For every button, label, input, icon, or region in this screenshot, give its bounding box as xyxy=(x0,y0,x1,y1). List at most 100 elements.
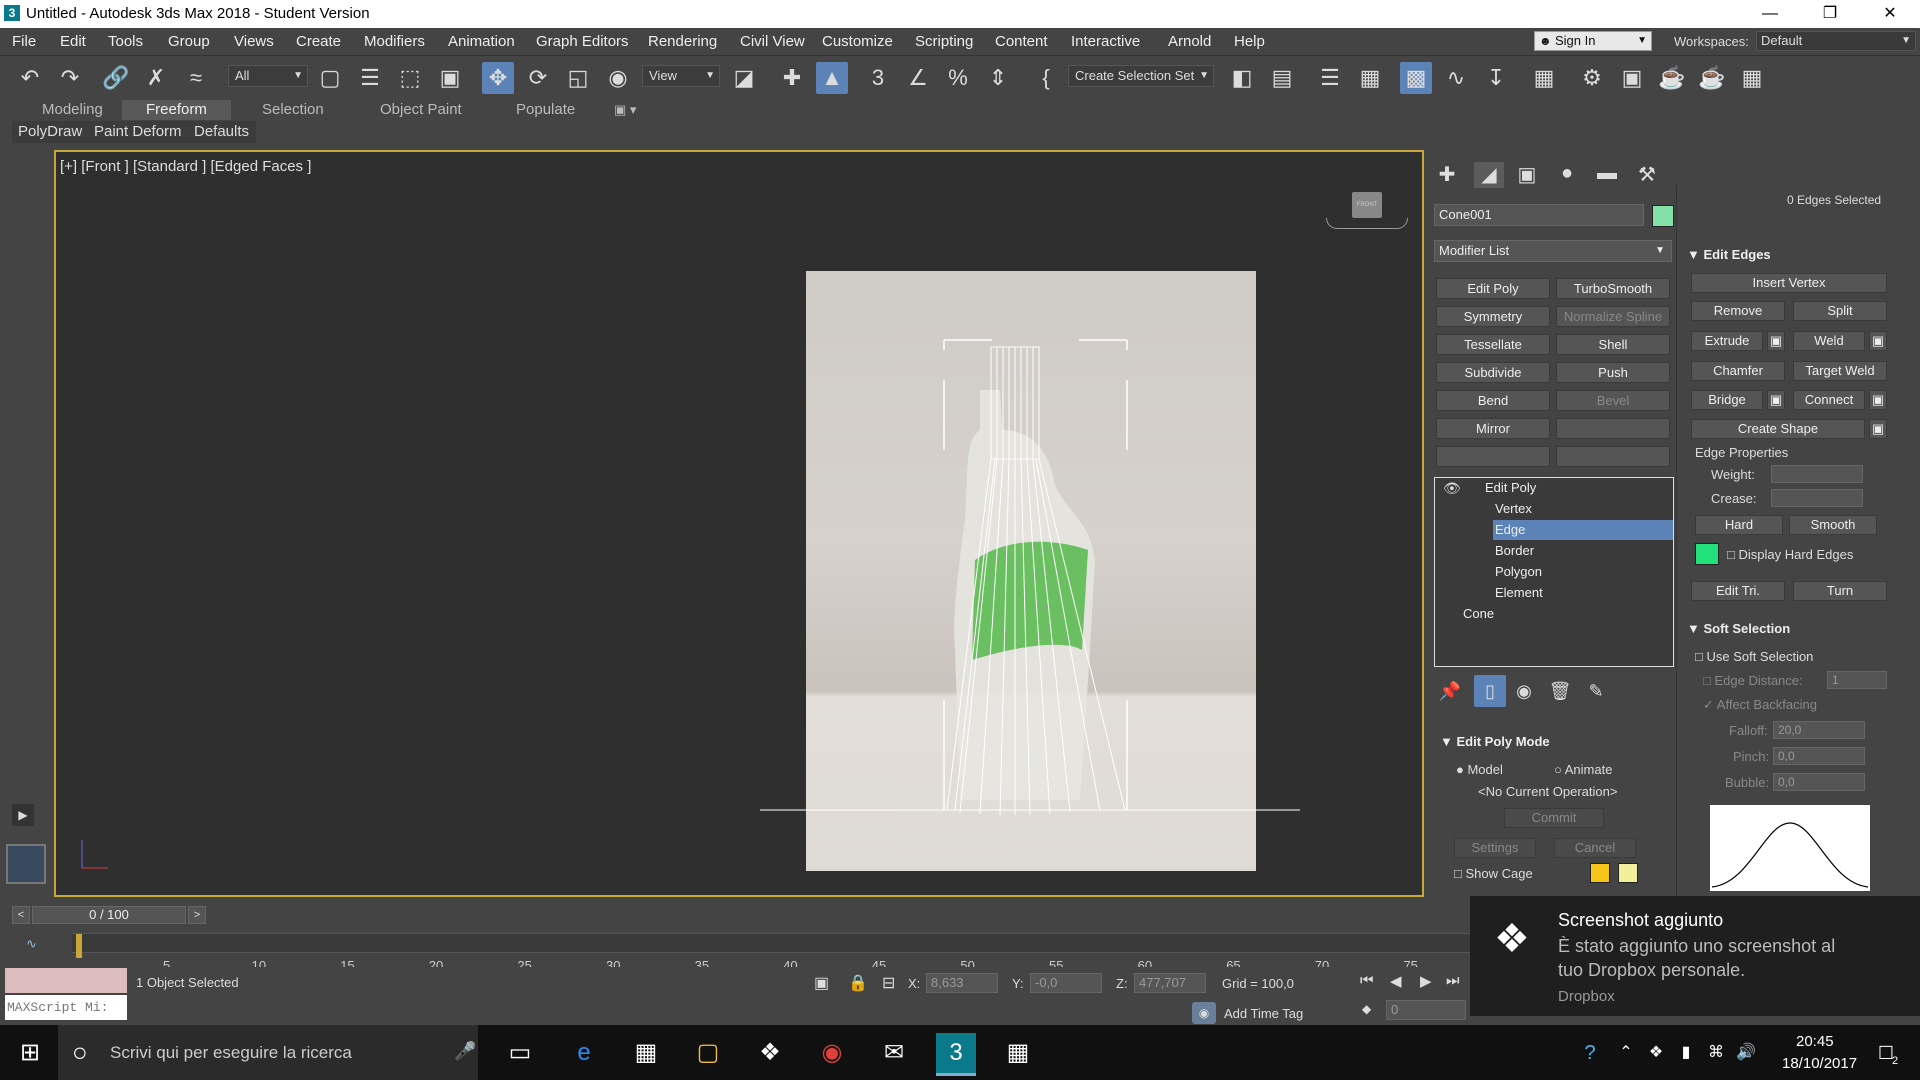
timeline-track[interactable] xyxy=(72,933,1472,953)
tab-freeform[interactable]: Freeform xyxy=(122,100,231,120)
current-frame-field[interactable]: 0 xyxy=(1386,1000,1466,1020)
menu-help[interactable]: Help xyxy=(1234,33,1265,50)
rect-selection-icon[interactable]: ⬚ xyxy=(394,62,426,94)
file-explorer-icon[interactable]: ▢ xyxy=(688,1033,728,1073)
volume-icon[interactable]: 🔊 xyxy=(1726,1033,1766,1073)
minimize-button[interactable]: — xyxy=(1740,0,1800,28)
utilities-tab-icon[interactable]: ⚒ xyxy=(1632,162,1662,188)
redo-icon[interactable]: ↷ xyxy=(54,62,86,94)
menu-content[interactable]: Content xyxy=(995,33,1048,50)
weld-settings-icon[interactable]: ▣ xyxy=(1869,331,1887,351)
modifier-stack[interactable]: 👁 Edit Poly Vertex Edge Border Polygon Elemen… xyxy=(1434,477,1674,667)
modifier-button[interactable]: Push xyxy=(1556,362,1670,383)
edge-browser-icon[interactable]: e xyxy=(564,1033,604,1073)
create-shape-settings-icon[interactable]: ▣ xyxy=(1869,419,1887,439)
modifier-button[interactable]: Subdivide xyxy=(1436,362,1550,383)
render-iterative-icon[interactable]: ☕ xyxy=(1696,62,1728,94)
time-cursor[interactable] xyxy=(76,934,82,958)
ribbon-paint-deform[interactable]: Paint Deform xyxy=(94,121,182,143)
expand-icon[interactable]: ▶ xyxy=(12,804,34,826)
keyboard-shortcut-override-icon[interactable]: ▲ xyxy=(816,62,848,94)
align-icon[interactable]: ▤ xyxy=(1266,62,1298,94)
menu-group[interactable]: Group xyxy=(168,33,210,50)
modifier-list-dropdown[interactable]: Modifier List ▼ xyxy=(1434,240,1672,262)
settings-button[interactable]: Settings xyxy=(1454,838,1536,858)
hard-button[interactable]: Hard xyxy=(1695,515,1783,535)
absolute-mode-icon[interactable]: ⊟ xyxy=(882,973,895,993)
selection-filter-dropdown[interactable]: All ▼ xyxy=(228,65,308,87)
taskbar-search-box[interactable]: ○ Scrivi qui per eseguire la ricerca 🎤 xyxy=(58,1025,478,1080)
store-icon[interactable]: ▦ xyxy=(626,1033,666,1073)
falloff-spinner[interactable]: 20,0 xyxy=(1773,721,1865,739)
x-coordinate-field[interactable]: 8,633 xyxy=(926,973,998,993)
chamfer-button[interactable]: Chamfer xyxy=(1691,361,1785,381)
time-tag-icon[interactable]: ◉ xyxy=(1192,1002,1216,1024)
windows-start-icon[interactable]: ⊞ xyxy=(10,1033,50,1073)
angle-snap-icon[interactable]: ∠ xyxy=(902,62,934,94)
commit-button[interactable]: Commit xyxy=(1504,808,1604,828)
edit-edges-title[interactable]: ▼ Edit Edges xyxy=(1687,247,1771,262)
scene-explorer-icon[interactable]: ☰ xyxy=(1314,62,1346,94)
object-color-swatch[interactable] xyxy=(1652,205,1674,227)
window-crossing-icon[interactable]: ▣ xyxy=(434,62,466,94)
link-icon[interactable]: 🔗 xyxy=(100,62,132,94)
hierarchy-tab-icon[interactable]: ▣ xyxy=(1512,162,1542,188)
create-shape-button[interactable]: Create Shape xyxy=(1691,419,1865,439)
close-button[interactable]: ✕ xyxy=(1860,0,1920,28)
rotate-icon[interactable]: ⟳ xyxy=(522,62,554,94)
spinner-snap-icon[interactable]: ⇕ xyxy=(982,62,1014,94)
soft-selection-title[interactable]: ▼ Soft Selection xyxy=(1687,621,1790,636)
menu-customize[interactable]: Customize xyxy=(822,33,893,50)
pivot-center-icon[interactable]: ◪ xyxy=(728,62,760,94)
menu-scripting[interactable]: Scripting xyxy=(915,33,973,50)
rendered-frame-icon[interactable]: ▣ xyxy=(1616,62,1648,94)
menu-create[interactable]: Create xyxy=(296,33,341,50)
viewport-layout-icon[interactable] xyxy=(6,844,46,884)
model-radio[interactable]: ● Model xyxy=(1456,762,1503,777)
previous-frame-icon[interactable]: ◀ xyxy=(1390,972,1402,990)
create-tab-icon[interactable]: ✚ xyxy=(1432,162,1462,188)
modifier-button[interactable] xyxy=(1556,446,1670,467)
curve-editor-mini-icon[interactable]: ∿ xyxy=(26,936,37,952)
bridge-settings-icon[interactable]: ▣ xyxy=(1767,390,1785,410)
edit-tri-button[interactable]: Edit Tri. xyxy=(1691,581,1785,601)
select-object-icon[interactable]: ▢ xyxy=(314,62,346,94)
stack-item[interactable]: Polygon xyxy=(1493,562,1673,582)
reference-coord-dropdown[interactable]: View ▼ xyxy=(642,65,720,87)
insert-vertex-button[interactable]: Insert Vertex xyxy=(1691,273,1887,293)
a360-render-icon[interactable]: ▦ xyxy=(1736,62,1768,94)
weight-spinner[interactable] xyxy=(1771,465,1863,483)
workspace-dropdown[interactable]: Default ▼ xyxy=(1756,31,1916,51)
edit-named-sel-icon[interactable]: { xyxy=(1030,62,1062,94)
menu-edit[interactable]: Edit xyxy=(60,33,86,50)
smooth-button[interactable]: Smooth xyxy=(1789,515,1877,535)
select-by-name-icon[interactable]: ☰ xyxy=(354,62,386,94)
add-time-tag[interactable]: Add Time Tag xyxy=(1224,1006,1303,1021)
animate-radio[interactable]: ○ Animate xyxy=(1554,762,1612,777)
bind-spacewarp-icon[interactable]: ≈ xyxy=(180,62,212,94)
pinch-spinner[interactable]: 0,0 xyxy=(1773,747,1865,765)
cage-color-swatch[interactable] xyxy=(1590,863,1610,883)
sign-in-button[interactable]: ☻ Sign In ▼ xyxy=(1534,31,1652,51)
motion-tab-icon[interactable]: ● xyxy=(1552,162,1582,188)
modifier-button[interactable]: TurboSmooth xyxy=(1556,278,1670,299)
microphone-icon[interactable]: 🎤 xyxy=(454,1041,476,1062)
modifier-button[interactable]: Bevel xyxy=(1556,390,1670,411)
ribbon-defaults[interactable]: Defaults xyxy=(194,121,249,143)
show-end-result-icon[interactable]: ▯ xyxy=(1474,675,1506,707)
extrude-button[interactable]: Extrude xyxy=(1691,331,1763,351)
frame-spinner-icon[interactable]: ◆ xyxy=(1362,1002,1371,1016)
viewcube-ring[interactable] xyxy=(1326,218,1408,229)
menu-tools[interactable]: Tools xyxy=(108,33,143,50)
render-setup-icon[interactable]: ⚙ xyxy=(1576,62,1608,94)
remove-button[interactable]: Remove xyxy=(1691,301,1785,321)
configure-sets-icon[interactable]: ✎ xyxy=(1580,675,1612,707)
task-view-icon[interactable]: ▭ xyxy=(500,1033,540,1073)
y-coordinate-field[interactable]: -0,0 xyxy=(1030,973,1102,993)
ribbon-polydraw[interactable]: PolyDraw xyxy=(18,121,82,143)
help-tray-icon[interactable]: ? xyxy=(1570,1033,1610,1073)
affect-backfacing-checkbox[interactable]: ✓ Affect Backfacing xyxy=(1703,697,1817,713)
layer-explorer-icon[interactable]: ▦ xyxy=(1354,62,1386,94)
connect-settings-icon[interactable]: ▣ xyxy=(1869,390,1887,410)
modify-tab-icon[interactable]: ◢ xyxy=(1474,162,1504,188)
